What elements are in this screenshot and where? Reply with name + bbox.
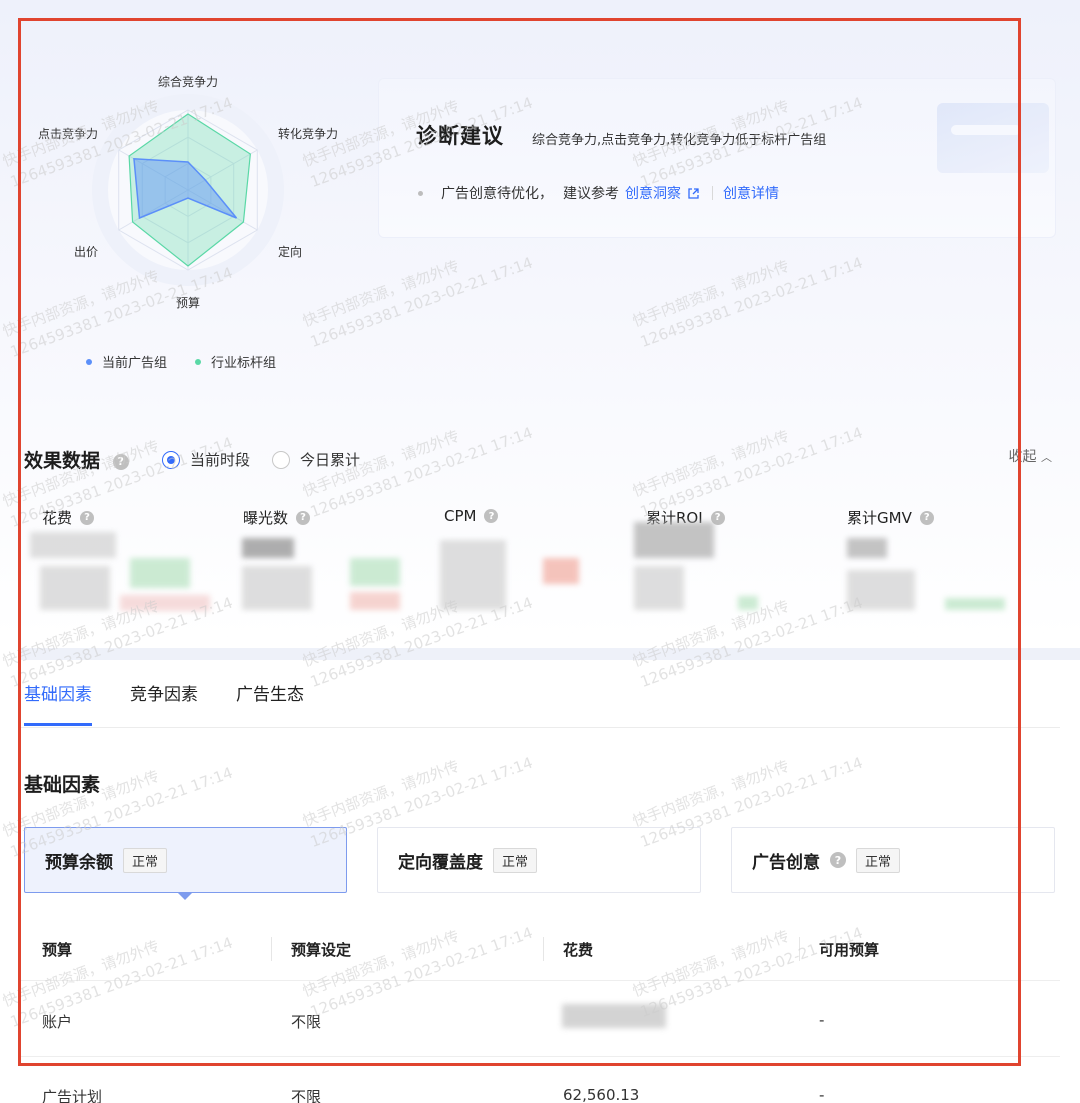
watermark-text: 1264593381 2023-02-21 17:14: [307, 423, 536, 522]
column-divider: [799, 937, 800, 961]
table-cell-available: -: [819, 1086, 825, 1103]
creative-insight-link[interactable]: 创意洞察: [625, 183, 681, 203]
table-cell-setting: 不限: [291, 1088, 322, 1103]
diagnosis-summary: 综合竞争力,点击竞争力,转化竞争力低于标杆广告组: [532, 133, 827, 148]
collapse-button[interactable]: 收起 ︿: [1009, 446, 1052, 466]
factor-card-ad-creative[interactable]: 广告创意 ? 正常: [731, 827, 1055, 893]
legend-dot-benchmark: [195, 358, 202, 365]
row-divider: [20, 1056, 1060, 1057]
radio-checked-icon: [162, 450, 180, 469]
time-range-radio-group: 当前时段 今日累计: [162, 449, 360, 470]
link-divider: [712, 186, 713, 200]
active-card-caret-icon: [178, 893, 192, 900]
basic-factors-title: 基础因素: [24, 774, 101, 796]
help-icon[interactable]: ?: [80, 510, 95, 525]
metric-label: 花费: [42, 509, 73, 527]
factor-card-title: 定向覆盖度: [398, 852, 483, 873]
legend-dot-current: [86, 358, 92, 365]
watermark-text: 快手内部资源，请勿外传: [630, 257, 792, 331]
table-cell-spend: 62,560.13: [563, 1086, 640, 1103]
factor-card-targeting-coverage[interactable]: 定向覆盖度 正常: [377, 827, 701, 893]
radar-axis-label: 出价: [74, 245, 98, 259]
status-badge: 正常: [493, 847, 538, 873]
radar-axis-label: 点击竞争力: [38, 127, 98, 141]
metric-impressions: 曝光数 ?: [243, 507, 311, 528]
metric-cpm: CPM ?: [444, 507, 499, 525]
table-cell-setting: 不限: [291, 1013, 322, 1031]
radio-today-total[interactable]: 今日累计: [272, 449, 360, 470]
diagnosis-illustration: [937, 103, 1049, 173]
help-icon[interactable]: ?: [112, 453, 129, 470]
radar-axis-label: 定向: [278, 244, 302, 259]
redacted-spend-value: [562, 1004, 666, 1028]
radar-axis-label: 综合竞争力: [158, 74, 218, 89]
chevron-up-icon: ︿: [1041, 451, 1052, 464]
help-icon[interactable]: ?: [484, 509, 499, 523]
radar-legend: 当前广告组 行业标杆组: [86, 352, 276, 371]
legend-item-benchmark[interactable]: 行业标杆组: [195, 352, 276, 371]
watermark-text: 快手内部资源，请勿外传: [300, 757, 462, 831]
metric-spend: 花费 ?: [42, 507, 95, 528]
diagnosis-title: 诊断建议: [416, 124, 504, 148]
watermark-text: 1264593381 2023-02-21 17:14: [637, 253, 866, 352]
legend-item-current[interactable]: 当前广告组: [86, 352, 167, 371]
table-cell-name: 账户: [42, 1013, 73, 1031]
watermark-text: 1264593381 2023-02-21 17:14: [637, 923, 866, 1022]
help-icon[interactable]: ?: [296, 510, 311, 525]
table-header-available-budget: 可用预算: [819, 941, 880, 959]
tabs-baseline: [20, 727, 1060, 728]
column-divider: [543, 937, 544, 961]
effect-data-section: 效果数据 ?: [24, 446, 129, 473]
radio-current-period[interactable]: 当前时段: [162, 449, 250, 470]
suggestion-text: 广告创意待优化，: [441, 186, 553, 202]
factor-card-title: 预算余额: [45, 852, 113, 873]
status-badge: 正常: [856, 847, 901, 873]
table-cell-name: 广告计划: [42, 1088, 103, 1103]
table-cell-available: -: [819, 1011, 825, 1029]
radio-label: 当前时段: [190, 451, 251, 469]
diagnosis-suggestion: 广告创意待优化， 建议参考 创意洞察 创意详情: [418, 183, 779, 203]
collapse-label: 收起: [1008, 449, 1037, 465]
diagnosis-card: [378, 78, 1056, 238]
tab-competition-factors[interactable]: 竞争因素: [130, 668, 198, 726]
section-divider: [20, 648, 1080, 660]
row-divider: [20, 980, 1060, 981]
metric-label: 曝光数: [243, 509, 289, 527]
effect-data-title: 效果数据: [24, 450, 101, 472]
legend-label: 行业标杆组: [211, 356, 277, 371]
table-header-budget: 预算: [42, 941, 73, 959]
metric-label: 累计GMV: [847, 509, 912, 527]
factor-card-budget-balance[interactable]: 预算余额 正常: [24, 827, 347, 893]
radio-label: 今日累计: [300, 451, 361, 469]
external-link-icon[interactable]: [687, 187, 700, 200]
metric-label: CPM: [444, 507, 477, 525]
watermark-text: 快手内部资源，请勿外传: [630, 757, 792, 831]
help-icon[interactable]: ?: [919, 510, 934, 525]
table-header-spend: 花费: [563, 941, 594, 959]
watermark-text: 1264593381 2023-02-21 17:14: [307, 923, 536, 1022]
legend-label: 当前广告组: [102, 356, 168, 371]
help-icon[interactable]: ?: [830, 852, 846, 868]
suggestion-prefix: 建议参考: [563, 186, 619, 202]
status-badge: 正常: [123, 847, 168, 873]
radio-unchecked-icon: [272, 450, 291, 469]
tab-ad-ecosystem[interactable]: 广告生态: [236, 668, 304, 726]
table-header-budget-setting: 预算设定: [291, 941, 352, 959]
radar-chart: 综合竞争力 转化竞争力 定向 预算 出价 点击竞争力: [38, 74, 338, 310]
radar-axis-label: 转化竞争力: [278, 126, 338, 141]
watermark-text: 快手内部资源，请勿外传: [0, 937, 162, 1011]
factor-card-title: 广告创意: [752, 852, 820, 873]
tab-basic-factors[interactable]: 基础因素: [24, 668, 92, 726]
column-divider: [271, 937, 272, 961]
radar-axis-label: 预算: [176, 295, 200, 310]
bullet-icon: [418, 190, 423, 196]
watermark-text: 快手内部资源，请勿外传: [630, 427, 792, 501]
metric-gmv: 累计GMV ?: [847, 507, 934, 528]
factor-tabs: 基础因素 竞争因素 广告生态: [24, 668, 304, 728]
creative-detail-link[interactable]: 创意详情: [723, 183, 779, 203]
